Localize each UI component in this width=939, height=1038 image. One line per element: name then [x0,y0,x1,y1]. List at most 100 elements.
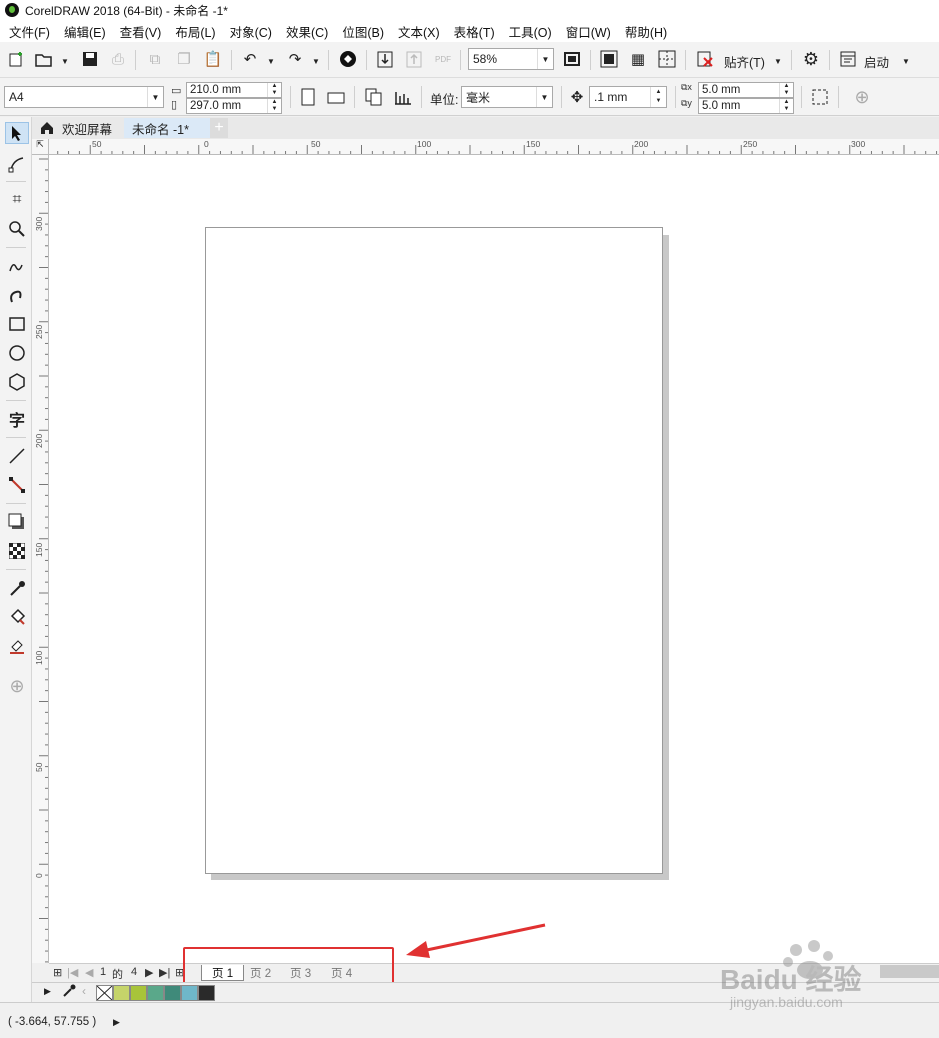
page-size-select[interactable]: A4 ▼ [4,86,164,108]
paste-icon[interactable]: 📋 [201,48,225,70]
smart-fill-tool-icon[interactable] [5,635,29,657]
open-dropdown-icon[interactable]: ▼ [61,57,69,66]
redo-dropdown-icon[interactable]: ▼ [312,57,320,66]
ruler-origin-icon[interactable]: ⇱ [32,139,49,155]
search-content-icon[interactable] [336,48,360,70]
current-page-icon[interactable] [391,86,415,108]
portrait-orientation-icon[interactable] [296,86,320,108]
menu-bitmaps[interactable]: 位图(B) [335,22,391,41]
new-document-icon[interactable] [4,48,28,70]
interactive-fill-tool-icon[interactable] [5,606,29,628]
rectangle-tool-icon[interactable] [5,313,29,335]
undo-dropdown-icon[interactable]: ▼ [267,57,275,66]
add-tool-icon[interactable]: ⊕ [5,675,29,697]
import-icon[interactable] [373,48,397,70]
chevron-down-icon[interactable]: ▼ [147,87,163,107]
menu-edit[interactable]: 编辑(E) [57,22,113,41]
publish-pdf-icon[interactable]: PDF [431,48,455,70]
text-tool-icon[interactable]: 字 [5,408,29,430]
menu-effects[interactable]: 效果(C) [279,22,335,41]
all-pages-icon[interactable] [362,86,386,108]
freehand-tool-icon[interactable] [5,255,29,277]
shape-tool-icon[interactable] [5,153,29,175]
spin-arrows-icon[interactable]: ▲ ▼ [779,99,793,113]
snap-dropdown-icon[interactable]: ▼ [774,57,782,66]
spin-arrows-icon[interactable]: ▲ ▼ [267,83,281,97]
duplicate-distance-y-input[interactable]: 5.0 mm ▲ ▼ [698,98,794,114]
add-icon[interactable]: ⊕ [850,86,874,108]
drawing-page[interactable] [205,227,663,874]
eyedropper-tool-icon[interactable] [5,577,29,599]
show-guidelines-icon[interactable] [655,48,679,70]
undo-icon[interactable]: ↶ [238,48,262,70]
open-folder-icon[interactable] [32,48,56,70]
menu-table[interactable]: 表格(T) [447,22,502,41]
full-screen-icon[interactable] [560,48,584,70]
export-icon[interactable] [402,48,426,70]
tab-untitled-document[interactable]: 未命名 -1* [124,118,210,138]
duplicate-distance-x-input[interactable]: 5.0 mm ▲ ▼ [698,82,794,98]
drop-shadow-tool-icon[interactable] [5,511,29,533]
treat-as-filled-icon[interactable] [808,86,832,108]
eyedropper-icon[interactable] [62,984,76,1001]
page-height-input[interactable]: 297.0 mm ▲ ▼ [186,98,282,114]
last-page-icon[interactable]: ▶| [159,966,170,979]
menu-window[interactable]: 窗口(W) [559,22,618,41]
color-swatch[interactable] [130,985,147,1001]
landscape-orientation-icon[interactable] [324,86,348,108]
connector-tool-icon[interactable] [5,474,29,496]
chevron-down-icon[interactable]: ▼ [537,49,553,69]
units-select[interactable]: 毫米 ▼ [461,86,553,108]
vertical-ruler[interactable]: 300 250 200 150 100 50 0 [32,155,49,963]
cut-icon[interactable]: ⧉ [143,48,167,70]
snap-off-icon[interactable] [693,48,717,70]
menu-tools[interactable]: 工具(O) [502,22,559,41]
next-page-icon[interactable]: ▶ [145,966,153,979]
color-swatch[interactable] [164,985,181,1001]
launch-dropdown-icon[interactable]: ▼ [902,57,910,66]
status-expand-icon[interactable]: ▶ [113,1017,120,1028]
menu-help[interactable]: 帮助(H) [618,22,674,41]
copy-icon[interactable]: ❐ [172,48,196,70]
zoom-tool-icon[interactable] [5,218,29,240]
artistic-media-tool-icon[interactable] [5,284,29,306]
spin-arrows-icon[interactable]: ▲ ▼ [267,99,281,113]
page-width-input[interactable]: 210.0 mm ▲ ▼ [186,82,282,98]
zoom-level-select[interactable]: 58% ▼ [468,48,554,70]
color-swatch[interactable] [147,985,164,1001]
show-grid-icon[interactable]: ▦ [626,48,650,70]
print-icon[interactable]: ⎙ [106,48,130,70]
ellipse-tool-icon[interactable] [5,342,29,364]
application-launcher-icon[interactable] [836,48,860,70]
launch-button[interactable]: 启动 [864,52,889,71]
no-color-swatch[interactable] [96,985,113,1001]
color-swatch[interactable] [198,985,215,1001]
tab-welcome-screen[interactable]: 欢迎屏幕 [32,118,121,138]
menu-view[interactable]: 查看(V) [113,22,169,41]
dimension-tool-icon[interactable] [5,445,29,467]
new-tab-plus-icon[interactable]: + [210,118,228,138]
color-swatch[interactable] [113,985,130,1001]
crop-tool-icon[interactable]: ⌗ [5,189,29,211]
gear-icon[interactable]: ⚙ [799,48,823,70]
menu-layout[interactable]: 布局(L) [168,22,222,41]
save-icon[interactable] [78,48,102,70]
horizontal-ruler[interactable]: 50 0 50 100 150 200 250 300 [32,139,939,155]
spin-arrows-icon[interactable]: ▲ ▼ [779,83,793,97]
palette-menu-icon[interactable]: ▶ [44,986,51,997]
spin-arrows-icon[interactable]: ▲ ▼ [650,87,666,107]
redo-icon[interactable]: ↷ [283,48,307,70]
previous-page-icon[interactable]: ◀ [85,966,93,979]
polygon-tool-icon[interactable] [5,371,29,393]
menu-text[interactable]: 文本(X) [391,22,447,41]
show-rulers-icon[interactable] [597,48,621,70]
palette-scroll-left-icon[interactable]: ‹ [82,984,86,998]
menu-object[interactable]: 对象(C) [223,22,279,41]
transparency-tool-icon[interactable] [5,540,29,562]
nudge-distance-input[interactable]: .1 mm ▲ ▼ [589,86,667,108]
snap-to-button[interactable]: 贴齐(T) [724,52,765,71]
pick-tool-icon[interactable] [5,122,29,144]
color-swatch[interactable] [181,985,198,1001]
chevron-down-icon[interactable]: ▼ [536,87,552,107]
first-page-icon[interactable]: |◀ [67,966,78,979]
